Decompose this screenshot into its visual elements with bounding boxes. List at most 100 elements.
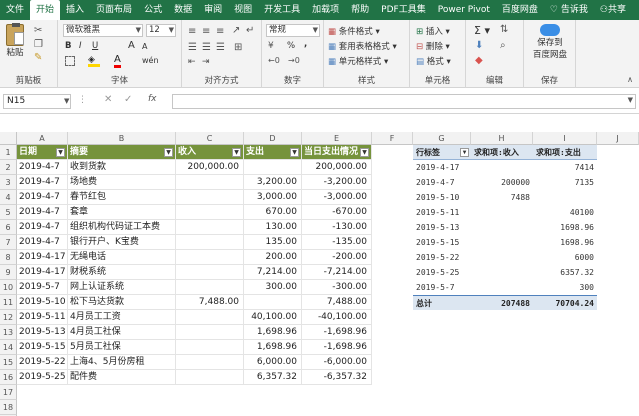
- formula-input[interactable]: [172, 94, 636, 109]
- tab-view[interactable]: 视图: [228, 0, 258, 20]
- table-cell[interactable]: 200.00: [244, 250, 302, 265]
- cell-styles-button[interactable]: ▦ 单元格样式 ▾: [328, 55, 388, 67]
- table-cell[interactable]: 2019-5-11: [17, 310, 68, 325]
- share-button[interactable]: ⚇共享: [594, 0, 632, 20]
- currency-icon[interactable]: ¥: [268, 41, 274, 51]
- table-cell[interactable]: 7,214.00: [244, 265, 302, 280]
- shrink-font-button[interactable]: A: [142, 42, 147, 51]
- table-cell[interactable]: 1,698.96: [244, 340, 302, 355]
- align-top-icon[interactable]: ≡: [188, 26, 196, 37]
- tab-power-pivot[interactable]: Power Pivot: [432, 0, 496, 20]
- table-cell[interactable]: [176, 325, 244, 340]
- clear-icon[interactable]: ◆: [475, 55, 483, 66]
- table-cell[interactable]: 2019-4-7: [17, 190, 68, 205]
- table-cell[interactable]: 2019-5-25: [17, 370, 68, 385]
- row-header-18[interactable]: 18: [0, 400, 17, 415]
- filter-dropdown-icon[interactable]: ▼: [290, 148, 299, 157]
- pivot-total-cell[interactable]: 207488: [471, 295, 533, 310]
- format-cells-button[interactable]: ▤ 格式 ▾: [416, 55, 451, 67]
- orientation-icon[interactable]: ↗: [232, 25, 240, 36]
- column-header-b[interactable]: B: [68, 132, 176, 145]
- table-cell[interactable]: 1,698.96: [244, 325, 302, 340]
- pivot-cell[interactable]: 2019-5-7: [413, 280, 471, 295]
- filter-dropdown-icon[interactable]: ▼: [56, 148, 65, 157]
- align-center-icon[interactable]: ☰: [202, 42, 211, 53]
- decrease-decimal-icon[interactable]: →0: [288, 56, 300, 65]
- row-header-9[interactable]: 9: [0, 265, 17, 280]
- table-cell[interactable]: 3,200.00: [244, 175, 302, 190]
- pivot-cell[interactable]: [471, 220, 533, 235]
- table-cell[interactable]: 200,000.00: [176, 160, 244, 175]
- table-cell[interactable]: 2019-4-7: [17, 175, 68, 190]
- row-header-7[interactable]: 7: [0, 235, 17, 250]
- tab-page-layout[interactable]: 页面布局: [90, 0, 138, 20]
- table-cell[interactable]: 2019-5-22: [17, 355, 68, 370]
- font-color-icon[interactable]: A: [114, 54, 121, 68]
- filter-dropdown-icon[interactable]: ▼: [232, 148, 241, 157]
- pivot-header-cell[interactable]: 求和项:收入: [471, 145, 533, 160]
- pivot-cell[interactable]: 2019-4-7: [413, 175, 471, 190]
- filter-dropdown-icon[interactable]: ▼: [360, 148, 369, 157]
- enter-icon[interactable]: ✓: [124, 94, 132, 105]
- underline-button[interactable]: U: [92, 41, 98, 51]
- row-header-4[interactable]: 4: [0, 190, 17, 205]
- insert-function-icon[interactable]: fx: [148, 94, 157, 104]
- decrease-indent-icon[interactable]: ⇤: [188, 57, 196, 67]
- table-cell[interactable]: -670.00: [302, 205, 372, 220]
- table-cell[interactable]: -1,698.96: [302, 340, 372, 355]
- pivot-cell[interactable]: 2019-5-22: [413, 250, 471, 265]
- column-header-f[interactable]: F: [372, 132, 413, 145]
- table-cell[interactable]: [176, 235, 244, 250]
- table-cell[interactable]: 财税系统: [68, 265, 176, 280]
- pivot-cell[interactable]: 200000: [471, 175, 533, 190]
- table-header-cell[interactable]: 日期 ▼: [17, 145, 68, 160]
- filter-dropdown-icon[interactable]: ▼: [164, 148, 173, 157]
- pivot-cell[interactable]: 7135: [533, 175, 597, 190]
- row-header-6[interactable]: 6: [0, 220, 17, 235]
- italic-button[interactable]: I: [79, 41, 82, 51]
- table-cell[interactable]: 2019-5-10: [17, 295, 68, 310]
- table-cell[interactable]: -3,200.00: [302, 175, 372, 190]
- table-cell[interactable]: 松下马达货款: [68, 295, 176, 310]
- sort-filter-icon[interactable]: ⇅: [500, 24, 508, 35]
- bold-button[interactable]: B: [65, 41, 71, 51]
- pivot-cell[interactable]: 2019-5-10: [413, 190, 471, 205]
- table-cell[interactable]: 135.00: [244, 235, 302, 250]
- table-cell[interactable]: 2019-4-7: [17, 205, 68, 220]
- table-cell[interactable]: [176, 265, 244, 280]
- row-header-17[interactable]: 17: [0, 385, 17, 400]
- pivot-cell[interactable]: 1698.96: [533, 235, 597, 250]
- table-cell[interactable]: 130.00: [244, 220, 302, 235]
- phonetic-button[interactable]: wén: [142, 56, 159, 65]
- table-cell[interactable]: -3,000.00: [302, 190, 372, 205]
- table-cell[interactable]: -200.00: [302, 250, 372, 265]
- delete-cells-button[interactable]: ⊟ 删除 ▾: [416, 40, 450, 52]
- pivot-header-cell[interactable]: 行标签 ▼: [413, 145, 471, 160]
- tab-file[interactable]: 文件: [0, 0, 30, 20]
- row-header-8[interactable]: 8: [0, 250, 17, 265]
- table-cell[interactable]: 2019-4-7: [17, 235, 68, 250]
- pivot-cell[interactable]: 40100: [533, 205, 597, 220]
- tab-home[interactable]: 开始: [30, 0, 61, 20]
- pivot-cell[interactable]: 7414: [533, 160, 597, 175]
- pivot-cell[interactable]: 6000: [533, 250, 597, 265]
- row-header-1[interactable]: 1: [0, 145, 17, 160]
- format-as-table-button[interactable]: ▦ 套用表格格式 ▾: [328, 40, 397, 52]
- table-cell[interactable]: 网上认证系统: [68, 280, 176, 295]
- autosum-button[interactable]: Σ ▾: [474, 24, 490, 37]
- table-cell[interactable]: 6,000.00: [244, 355, 302, 370]
- row-header-12[interactable]: 12: [0, 310, 17, 325]
- table-cell[interactable]: [176, 175, 244, 190]
- table-header-cell[interactable]: 当日支出情况 ▼: [302, 145, 372, 160]
- table-cell[interactable]: 场地费: [68, 175, 176, 190]
- table-cell[interactable]: -1,698.96: [302, 325, 372, 340]
- row-header-3[interactable]: 3: [0, 175, 17, 190]
- more-options-icon[interactable]: ⋮: [78, 95, 87, 105]
- table-cell[interactable]: 无绳电话: [68, 250, 176, 265]
- align-bottom-icon[interactable]: ≡: [216, 26, 224, 37]
- pivot-cell[interactable]: [471, 160, 533, 175]
- table-cell[interactable]: [176, 190, 244, 205]
- column-header-j[interactable]: J: [597, 132, 639, 145]
- pivot-cell[interactable]: 2019-5-15: [413, 235, 471, 250]
- table-cell[interactable]: [176, 355, 244, 370]
